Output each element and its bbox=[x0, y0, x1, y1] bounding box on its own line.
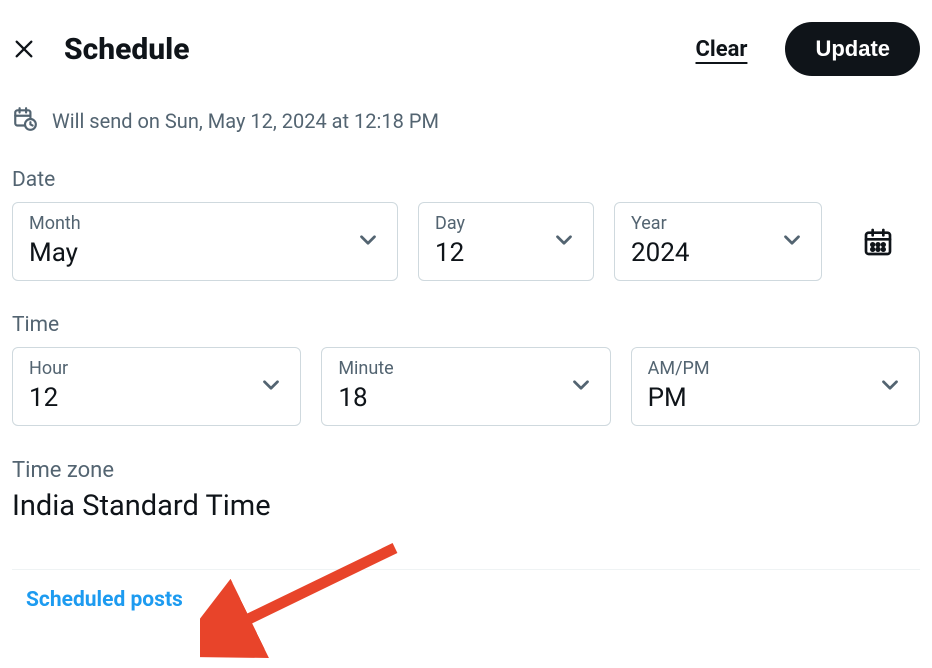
minute-label: Minute bbox=[338, 358, 593, 379]
scheduled-posts-link[interactable]: Scheduled posts bbox=[12, 570, 197, 630]
day-select[interactable]: Day 12 bbox=[418, 202, 594, 281]
header: Schedule Clear Update bbox=[12, 12, 920, 100]
calendar-picker-button[interactable] bbox=[854, 202, 902, 281]
ampm-select[interactable]: AM/PM PM bbox=[631, 347, 920, 426]
close-icon[interactable] bbox=[12, 37, 36, 61]
year-select[interactable]: Year 2024 bbox=[614, 202, 822, 281]
calendar-clock-icon bbox=[12, 106, 38, 136]
arrow-annotation-icon bbox=[200, 538, 420, 662]
chevron-down-icon bbox=[355, 227, 381, 257]
timezone-value: India Standard Time bbox=[12, 489, 920, 523]
chevron-down-icon bbox=[877, 372, 903, 402]
send-info-row: Will send on Sun, May 12, 2024 at 12:18 … bbox=[12, 106, 920, 136]
minute-value: 18 bbox=[338, 383, 593, 413]
chevron-down-icon bbox=[551, 227, 577, 257]
hour-value: 12 bbox=[29, 383, 284, 413]
send-info-text: Will send on Sun, May 12, 2024 at 12:18 … bbox=[52, 109, 439, 133]
hour-label: Hour bbox=[29, 358, 284, 379]
month-value: May bbox=[29, 238, 381, 268]
chevron-down-icon bbox=[258, 372, 284, 402]
ampm-value: PM bbox=[648, 383, 903, 413]
ampm-label: AM/PM bbox=[648, 358, 903, 379]
page-title: Schedule bbox=[64, 32, 190, 67]
minute-select[interactable]: Minute 18 bbox=[321, 347, 610, 426]
date-row: Month May Day 12 Year 2024 bbox=[12, 202, 920, 281]
timezone-label: Time zone bbox=[12, 458, 920, 483]
timezone-section: Time zone India Standard Time bbox=[12, 458, 920, 523]
hour-select[interactable]: Hour 12 bbox=[12, 347, 301, 426]
time-row: Hour 12 Minute 18 AM/PM PM bbox=[12, 347, 920, 426]
month-label: Month bbox=[29, 213, 381, 234]
chevron-down-icon bbox=[779, 227, 805, 257]
header-left: Schedule bbox=[12, 32, 190, 67]
update-button[interactable]: Update bbox=[785, 22, 920, 76]
header-right: Clear Update bbox=[696, 22, 921, 76]
month-select[interactable]: Month May bbox=[12, 202, 398, 281]
time-section-label: Time bbox=[12, 313, 920, 337]
clear-button[interactable]: Clear bbox=[696, 37, 748, 62]
chevron-down-icon bbox=[568, 372, 594, 402]
date-section-label: Date bbox=[12, 168, 920, 192]
